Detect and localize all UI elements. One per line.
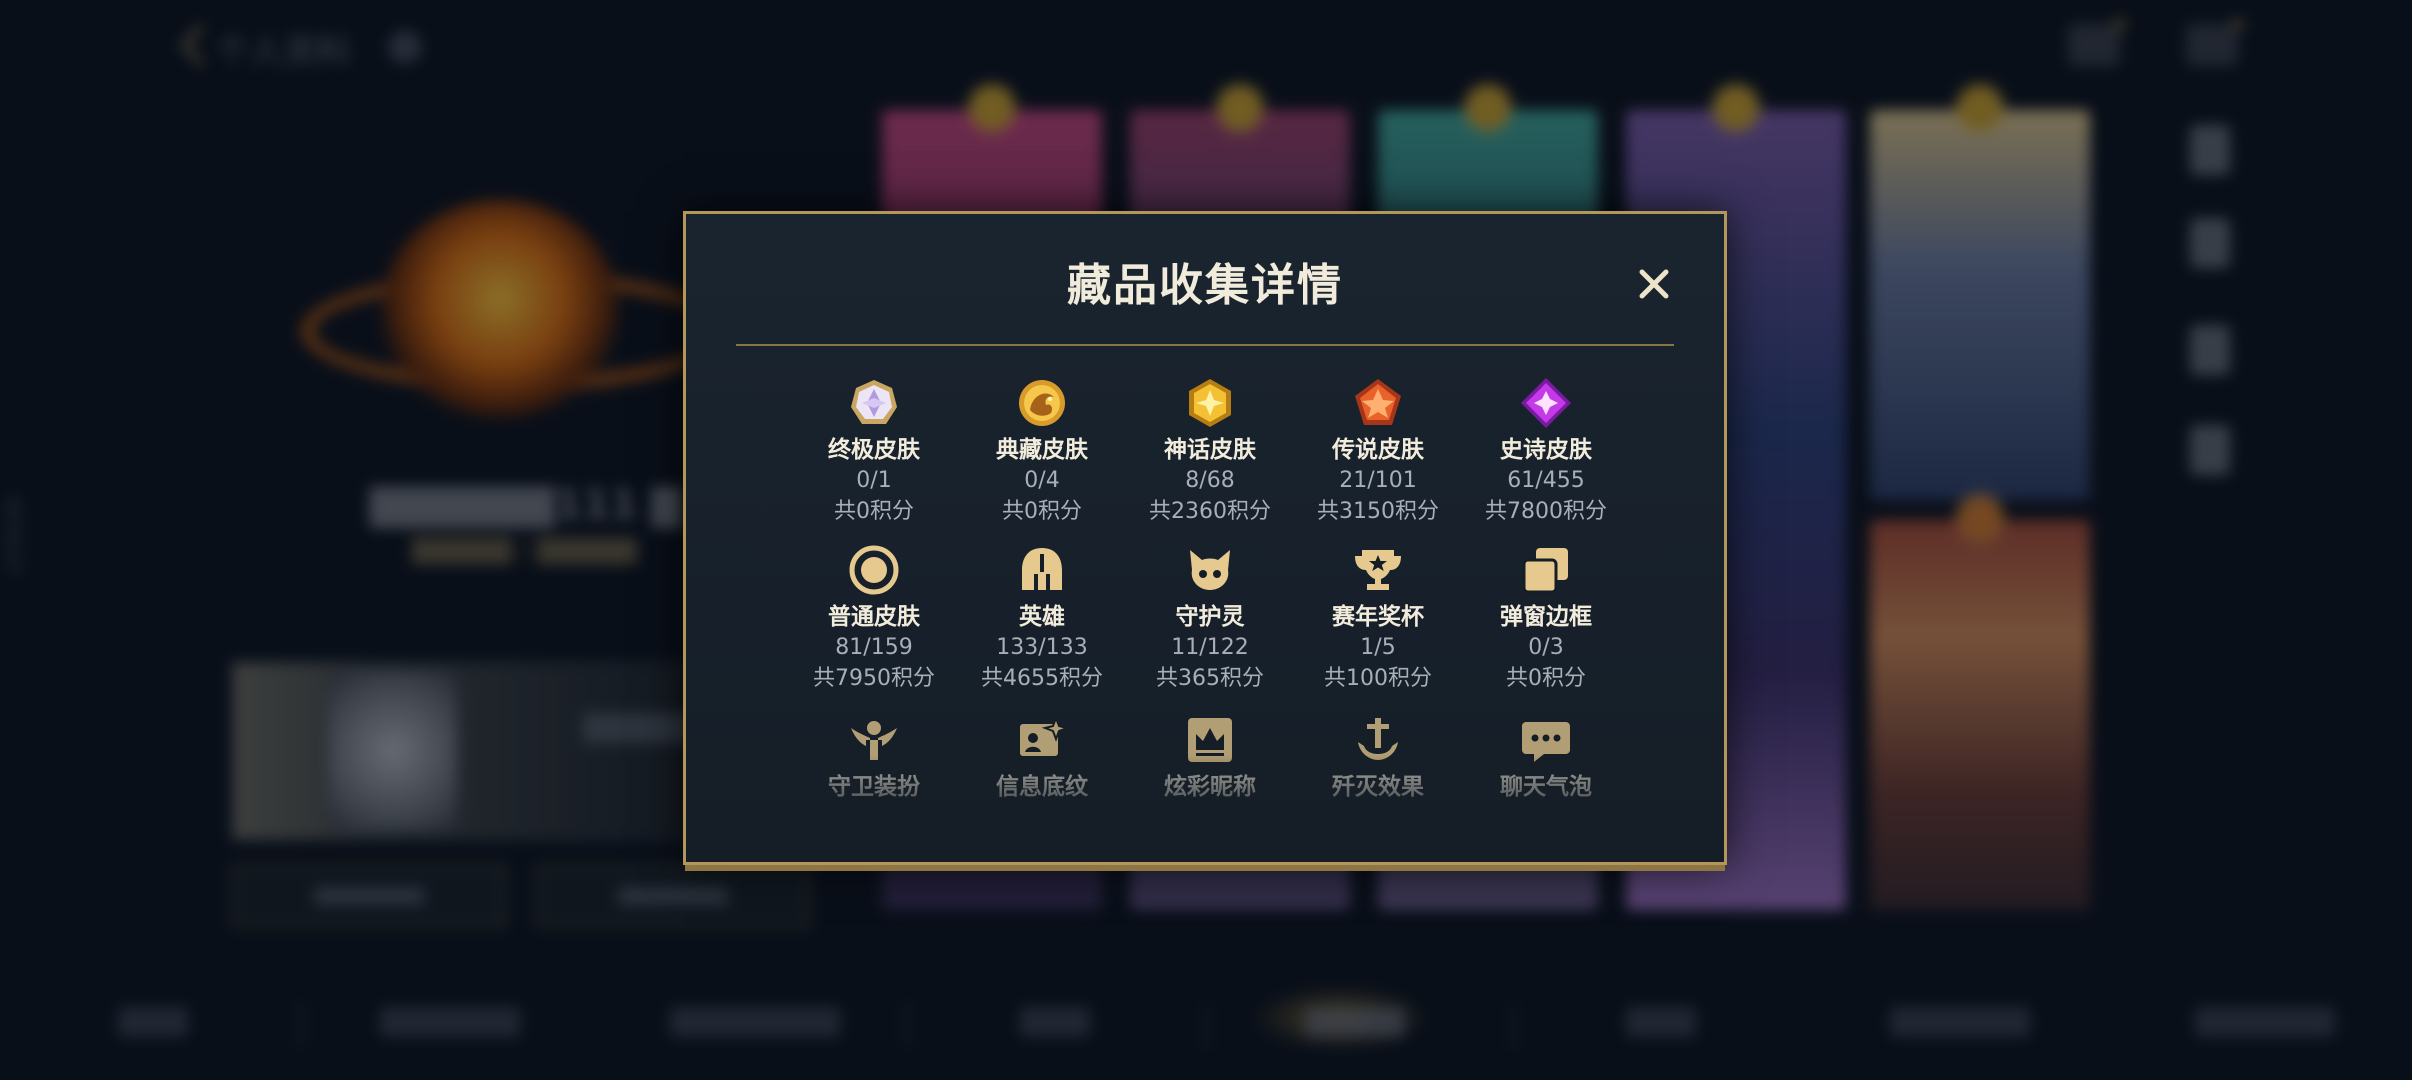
item-name: 炫彩昵称: [1164, 774, 1256, 800]
collection-item-info-background[interactable]: 信息底纹: [962, 714, 1122, 802]
dialog-title: 藏品收集详情: [1067, 260, 1343, 311]
collection-item-myth-skin[interactable]: 神话皮肤 8/68 共2360积分: [1130, 377, 1290, 527]
close-icon: [1639, 269, 1669, 299]
colorful-nickname-icon: [1184, 714, 1236, 766]
item-name: 典藏皮肤: [996, 437, 1088, 463]
item-count: 0/4: [1024, 468, 1060, 493]
item-name: 终极皮肤: [828, 437, 920, 463]
item-name: 传说皮肤: [1332, 437, 1424, 463]
item-points: 共0积分: [834, 499, 914, 524]
collection-item-colorful-nickname[interactable]: 炫彩昵称: [1130, 714, 1290, 802]
item-points: 共0积分: [1506, 666, 1586, 691]
collection-item-legend-skin[interactable]: 传说皮肤 21/101 共3150积分: [1298, 377, 1458, 527]
item-name: 史诗皮肤: [1500, 437, 1592, 463]
item-points: 共2360积分: [1149, 499, 1271, 524]
item-name: 赛年奖杯: [1332, 604, 1424, 630]
close-button[interactable]: [1636, 266, 1672, 302]
season-trophy-icon: [1352, 544, 1404, 596]
item-name: 聊天气泡: [1500, 774, 1592, 800]
item-count: 1/5: [1360, 635, 1396, 660]
item-name: 普通皮肤: [828, 604, 920, 630]
guardian-spirit-icon: [1184, 544, 1236, 596]
item-name: 英雄: [1019, 604, 1065, 630]
item-count: 61/455: [1507, 468, 1585, 493]
item-count: 81/159: [835, 635, 913, 660]
myth-skin-icon: [1184, 377, 1236, 429]
collection-item-ultimate-skin[interactable]: 终极皮肤 0/1 共0积分: [794, 377, 954, 527]
item-count: 8/68: [1185, 468, 1235, 493]
collection-item-guard-outfit[interactable]: 守卫装扮: [794, 714, 954, 802]
collection-item-popup-frame[interactable]: 弹窗边框 0/3 共0积分: [1466, 544, 1626, 694]
item-points: 共4655积分: [981, 666, 1103, 691]
item-points: 共0积分: [1002, 499, 1082, 524]
item-count: 133/133: [996, 635, 1088, 660]
epic-skin-icon: [1520, 377, 1572, 429]
item-count: 21/101: [1339, 468, 1417, 493]
item-name: 信息底纹: [996, 774, 1088, 800]
legend-skin-icon: [1352, 377, 1404, 429]
hero-helmet-icon: [1016, 544, 1068, 596]
collection-item-collection-skin[interactable]: 典藏皮肤 0/4 共0积分: [962, 377, 1122, 527]
collection-item-elimination-effect[interactable]: 歼灭效果: [1298, 714, 1458, 802]
collection-item-guardian-spirit[interactable]: 守护灵 11/122 共365积分: [1130, 544, 1290, 694]
collection-item-normal-skin[interactable]: 普通皮肤 81/159 共7950积分: [794, 544, 954, 694]
collection-item-epic-skin[interactable]: 史诗皮肤 61/455 共7800积分: [1466, 377, 1626, 527]
item-name: 守卫装扮: [828, 774, 920, 800]
collection-skin-icon: [1016, 377, 1068, 429]
normal-skin-icon: [848, 544, 900, 596]
ultimate-skin-icon: [848, 377, 900, 429]
info-background-icon: [1016, 714, 1068, 766]
collection-item-season-trophy[interactable]: 赛年奖杯 1/5 共100积分: [1298, 544, 1458, 694]
elimination-effect-icon: [1352, 714, 1404, 766]
collection-item-hero[interactable]: 英雄 133/133 共4655积分: [962, 544, 1122, 694]
item-points: 共3150积分: [1317, 499, 1439, 524]
item-count: 11/122: [1171, 635, 1249, 660]
popup-frame-icon: [1520, 544, 1572, 596]
collection-details-dialog: 藏品收集详情 终极皮肤 0/1 共0积分 典藏皮肤 0/4 共0积分 神话皮肤 …: [683, 211, 1727, 865]
guard-outfit-icon: [848, 714, 900, 766]
item-count: 0/3: [1528, 635, 1564, 660]
item-name: 弹窗边框: [1500, 604, 1592, 630]
chat-bubble-icon: [1520, 714, 1572, 766]
item-name: 歼灭效果: [1332, 774, 1424, 800]
title-divider: [736, 344, 1674, 346]
item-points: 共365积分: [1156, 666, 1264, 691]
item-points: 共100积分: [1324, 666, 1432, 691]
item-name: 守护灵: [1175, 604, 1245, 630]
item-points: 共7800积分: [1485, 499, 1607, 524]
item-points: 共7950积分: [813, 666, 935, 691]
collection-item-chat-bubble[interactable]: 聊天气泡: [1466, 714, 1626, 802]
item-name: 神话皮肤: [1164, 437, 1256, 463]
item-count: 0/1: [856, 468, 892, 493]
